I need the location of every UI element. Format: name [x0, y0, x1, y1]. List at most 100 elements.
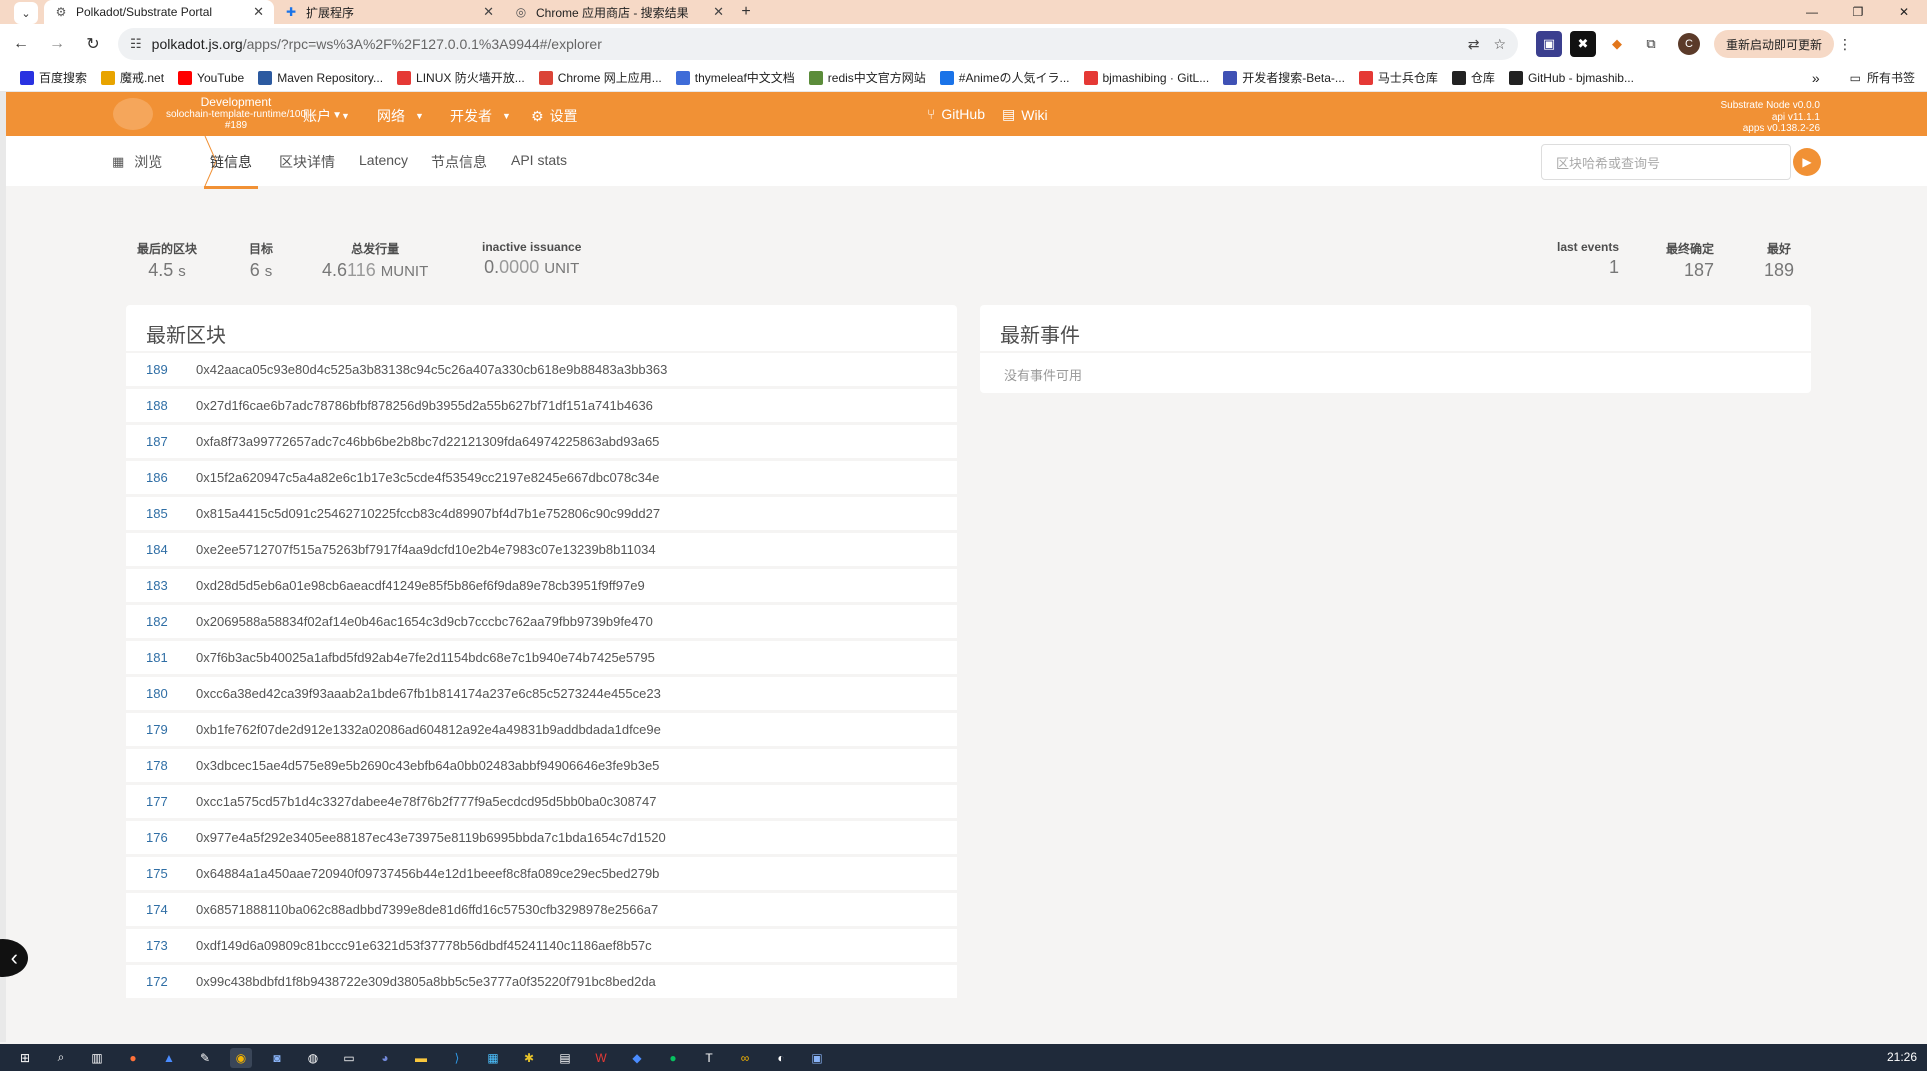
- close-window-button[interactable]: ✕: [1881, 0, 1927, 24]
- vscode-icon[interactable]: ⟩: [446, 1048, 468, 1068]
- tab-search-icon[interactable]: ⌄: [14, 2, 38, 24]
- forward-button[interactable]: →: [42, 29, 72, 59]
- bookmark-item[interactable]: 百度搜索: [20, 69, 87, 86]
- extension-icon[interactable]: ▣: [1536, 31, 1562, 57]
- firefox-icon[interactable]: ●: [122, 1048, 144, 1068]
- extension-icon[interactable]: ✖: [1570, 31, 1596, 57]
- bookmark-star-icon[interactable]: ☆: [1493, 36, 1506, 53]
- new-tab-button[interactable]: +: [734, 0, 758, 24]
- block-number-link[interactable]: 183: [126, 578, 196, 593]
- avatar[interactable]: C: [1678, 33, 1700, 55]
- search-icon[interactable]: ⌕: [50, 1048, 72, 1068]
- block-number-link[interactable]: 181: [126, 650, 196, 665]
- bookmark-item[interactable]: 开发者搜索-Beta-...: [1223, 69, 1345, 86]
- back-button[interactable]: ←: [6, 29, 36, 59]
- tab-chain-info[interactable]: 链信息: [204, 152, 258, 189]
- windows-start-icon[interactable]: ⊞: [14, 1048, 36, 1068]
- block-number-link[interactable]: 178: [126, 758, 196, 773]
- block-number-link[interactable]: 187: [126, 434, 196, 449]
- block-number-link[interactable]: 177: [126, 794, 196, 809]
- calculator-icon[interactable]: ▤: [554, 1048, 576, 1068]
- app-icon[interactable]: ◙: [266, 1048, 288, 1068]
- bookmark-item[interactable]: redis中文官方网站: [808, 69, 926, 86]
- menu-settings[interactable]: ⚙ 设置: [531, 106, 578, 126]
- url-text[interactable]: polkadot.js.org/apps/?rpc=ws%3A%2F%2F127…: [152, 36, 1454, 52]
- wps-icon[interactable]: W: [590, 1048, 612, 1068]
- bookmark-item[interactable]: 魔戒.net: [101, 69, 164, 86]
- bookmark-item[interactable]: 马士兵仓库: [1358, 69, 1438, 86]
- block-number-link[interactable]: 175: [126, 866, 196, 881]
- folder-icon[interactable]: ▬: [410, 1048, 432, 1068]
- app-icon[interactable]: ✱: [518, 1048, 540, 1068]
- discord-icon[interactable]: ◕: [374, 1048, 396, 1068]
- task-view-icon[interactable]: ▥: [86, 1048, 108, 1068]
- app-icon[interactable]: ✎: [194, 1048, 216, 1068]
- block-number-link[interactable]: 184: [126, 542, 196, 557]
- block-number-link[interactable]: 172: [126, 974, 196, 989]
- minimize-button[interactable]: —: [1789, 0, 1835, 24]
- restore-button[interactable]: ❐: [1835, 0, 1881, 24]
- typora-icon[interactable]: T: [698, 1048, 720, 1068]
- reload-button[interactable]: ↻: [78, 29, 108, 59]
- link-wiki[interactable]: ▤ Wiki: [1002, 106, 1048, 123]
- block-number-link[interactable]: 188: [126, 398, 196, 413]
- bookmark-item[interactable]: GitHub - bjmashib...: [1508, 70, 1634, 85]
- app-icon[interactable]: ▣: [806, 1048, 828, 1068]
- tab-api-stats[interactable]: API stats: [511, 152, 567, 168]
- chevron-right-icon[interactable]: »: [1812, 70, 1820, 86]
- tab-node-info[interactable]: 节点信息: [431, 152, 487, 172]
- translate-icon[interactable]: ⇄: [1468, 36, 1480, 53]
- block-search-input[interactable]: 区块哈希或查询号: [1541, 144, 1791, 180]
- bookmark-item[interactable]: Chrome 网上应用...: [538, 69, 662, 86]
- tab-block-details[interactable]: 区块详情: [279, 152, 335, 172]
- bookmark-item[interactable]: LINUX 防火墙开放...: [397, 69, 525, 86]
- bookmark-item[interactable]: YouTube: [178, 70, 244, 85]
- menu-network[interactable]: 网络 ▼: [377, 106, 424, 126]
- close-icon[interactable]: ✕: [483, 4, 494, 20]
- bookmark-item[interactable]: Maven Repository...: [258, 70, 383, 85]
- app-icon[interactable]: ▲: [158, 1048, 180, 1068]
- bookmark-item[interactable]: bjmashibing · GitL...: [1083, 70, 1209, 85]
- block-number-link[interactable]: 182: [126, 614, 196, 629]
- wechat-icon[interactable]: ●: [662, 1048, 684, 1068]
- extensions-puzzle-icon[interactable]: ⧉: [1638, 31, 1664, 57]
- app-icon[interactable]: ◐: [770, 1048, 792, 1068]
- link-github[interactable]: ⑂ GitHub: [927, 106, 985, 122]
- block-number-link[interactable]: 185: [126, 506, 196, 521]
- close-icon[interactable]: ✕: [713, 4, 724, 20]
- play-icon[interactable]: ▶: [1793, 148, 1821, 176]
- block-number-link[interactable]: 179: [126, 722, 196, 737]
- tab-chrome-store[interactable]: ◎ Chrome 应用商店 - 搜索结果 ✕: [504, 0, 734, 24]
- menu-accounts[interactable]: 账户 ▼: [303, 106, 350, 126]
- block-number-link[interactable]: 173: [126, 938, 196, 953]
- terminal-icon[interactable]: ▭: [338, 1048, 360, 1068]
- stat-label: inactive issuance: [482, 240, 582, 254]
- block-number-link[interactable]: 186: [126, 470, 196, 485]
- tab-polkadot[interactable]: ⚙ Polkadot/Substrate Portal ✕: [44, 0, 274, 24]
- browse-menu[interactable]: ▦ 浏览: [112, 152, 162, 172]
- address-bar[interactable]: ☷ polkadot.js.org/apps/?rpc=ws%3A%2F%2F1…: [118, 28, 1518, 60]
- close-icon[interactable]: ✕: [253, 4, 264, 20]
- steam-icon[interactable]: ◍: [302, 1048, 324, 1068]
- bookmark-item[interactable]: thymeleaf中文文档: [675, 69, 795, 86]
- store-icon[interactable]: ▦: [482, 1048, 504, 1068]
- block-number-link[interactable]: 174: [126, 902, 196, 917]
- bookmark-item[interactable]: #Animeの人気イラ...: [939, 69, 1070, 86]
- metamask-icon[interactable]: ◆: [1604, 31, 1630, 57]
- block-number-link[interactable]: 180: [126, 686, 196, 701]
- bookmark-item[interactable]: 仓库: [1451, 69, 1495, 86]
- tab-latency[interactable]: Latency: [359, 152, 408, 168]
- stat-label: 最后的区块: [137, 242, 198, 256]
- block-number-link[interactable]: 189: [126, 362, 196, 377]
- tab-extensions[interactable]: ✚ 扩展程序 ✕: [274, 0, 504, 24]
- menu-developer[interactable]: 开发者 ▼: [450, 106, 511, 126]
- site-settings-icon[interactable]: ☷: [130, 36, 142, 52]
- chevron-left-icon[interactable]: ‹: [0, 939, 28, 977]
- block-number-link[interactable]: 176: [126, 830, 196, 845]
- menu-kebab-icon[interactable]: ⋮: [1838, 36, 1852, 53]
- app-icon[interactable]: ◆: [626, 1048, 648, 1068]
- update-button[interactable]: 重新启动即可更新: [1714, 30, 1835, 58]
- all-bookmarks-link[interactable]: 所有书签: [1867, 69, 1915, 86]
- chrome-icon[interactable]: ◉: [230, 1047, 252, 1068]
- app-icon[interactable]: ∞: [734, 1048, 756, 1068]
